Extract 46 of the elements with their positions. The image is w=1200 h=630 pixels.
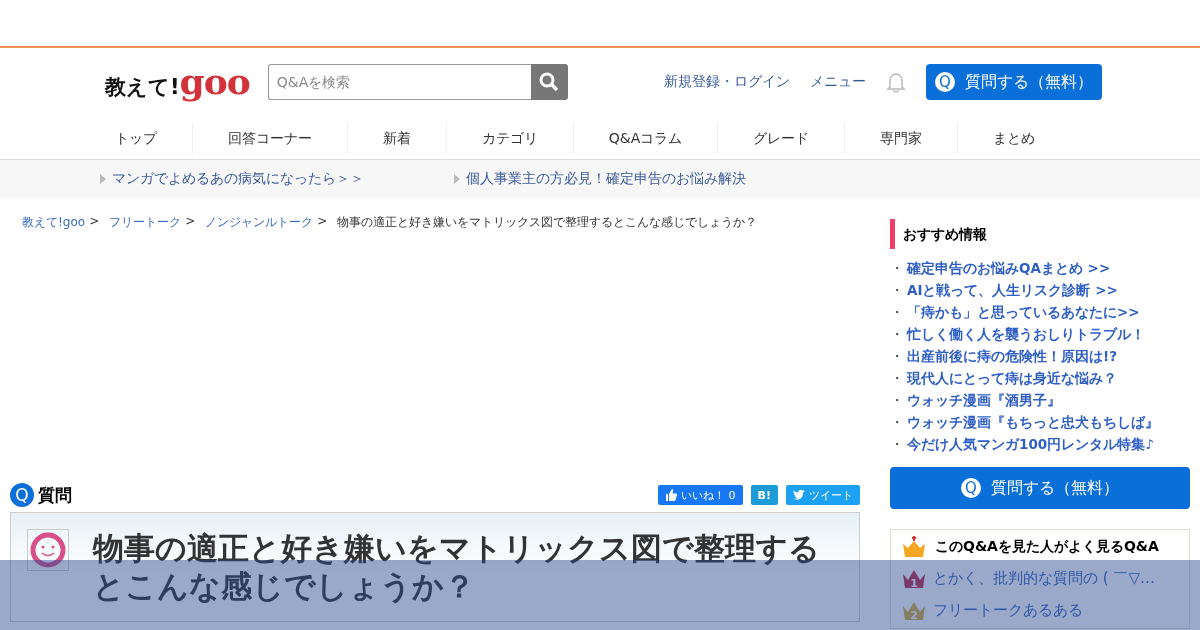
recommend-link[interactable]: ・ 現代人にとって痔は身近な悩み？ <box>890 367 1190 389</box>
thumbs-up-icon <box>665 489 678 501</box>
breadcrumb-link[interactable]: フリートーク <box>109 214 182 231</box>
nav-link[interactable]: トップ <box>79 122 192 153</box>
breadcrumb-link[interactable]: ノンジャンルトーク <box>205 214 314 231</box>
nav-link[interactable]: 専門家 <box>844 122 958 153</box>
nav-link[interactable]: カテゴリ <box>445 122 573 153</box>
nav-link[interactable]: Q&Aコラム <box>572 122 718 153</box>
question-title: 物事の適正と好き嫌いをマトリックス図で整理するとこんな感じでしょうか？ <box>93 529 821 605</box>
site-logo[interactable]: 教えて!goo <box>105 63 250 101</box>
search-icon <box>539 72 560 92</box>
ask-question-button[interactable]: Q 質問する（無料） <box>890 467 1190 509</box>
breadcrumb-separator: > <box>185 214 196 228</box>
triangle-icon <box>100 174 106 184</box>
bird-icon <box>793 490 805 500</box>
question-badge: Q <box>10 483 34 507</box>
section-heading: 質問 <box>38 483 72 507</box>
recommend-link[interactable]: ・ ウォッチ漫画『もちっと忠犬もちしば』 <box>890 411 1190 433</box>
box-title: このQ&Aを見た人がよく見るQ&A <box>935 538 1159 556</box>
crown-icon <box>901 536 927 558</box>
recommend-link[interactable]: ・ 出産前後に痔の危険性！原因は!? <box>890 345 1190 367</box>
like-button[interactable]: いいね！ 0 <box>658 485 743 505</box>
section-title: おすすめ情報 <box>890 219 1190 249</box>
nav-link[interactable]: 回答コーナー <box>191 122 347 153</box>
recommend-link[interactable]: ・ 今だけ人気マンガ100円レンタル特集♪ <box>890 433 1190 455</box>
recommend-link[interactable]: ・ ウォッチ漫画『酒男子』 <box>890 389 1190 411</box>
recommend-link[interactable]: ・ 「痔かも」と思っているあなたに>> <box>890 301 1190 323</box>
promo-link[interactable]: 個人事業主の方必見！確定申告のお悩み解決 <box>454 170 746 188</box>
nav-link[interactable]: グレード <box>717 122 845 153</box>
recommend-link[interactable]: ・ 確定申告のお悩みQAまとめ >> <box>890 257 1190 279</box>
breadcrumb-link[interactable]: 教えて!goo <box>22 214 86 231</box>
triangle-icon <box>454 174 460 184</box>
recommend-link[interactable]: ・ 忙しく働く人を襲うおしりトラブル！ <box>890 323 1190 345</box>
header-link[interactable]: 新規登録・ログイン <box>664 73 790 91</box>
breadcrumb-current: 物事の適正と好き嫌いをマトリックス図で整理するとこんな感じでしょうか？ <box>337 214 758 231</box>
nav-link[interactable]: 新着 <box>346 122 446 153</box>
promo-link[interactable]: マンガでよめるあの病気になったら＞＞ <box>100 170 364 188</box>
header-link[interactable]: メニュー <box>810 73 866 91</box>
breadcrumb-separator: > <box>317 214 328 228</box>
recommend-link[interactable]: ・ AIと戦って、人生リスク診断 >> <box>890 279 1190 301</box>
ask-question-button[interactable]: Q 質問する（無料） <box>926 64 1102 100</box>
user-avatar <box>27 529 69 571</box>
search-button[interactable] <box>530 64 568 100</box>
nav-link[interactable]: まとめ <box>957 122 1071 153</box>
search-field[interactable]: Q&Aを検索 <box>267 64 531 100</box>
breadcrumb-separator: > <box>89 214 100 228</box>
